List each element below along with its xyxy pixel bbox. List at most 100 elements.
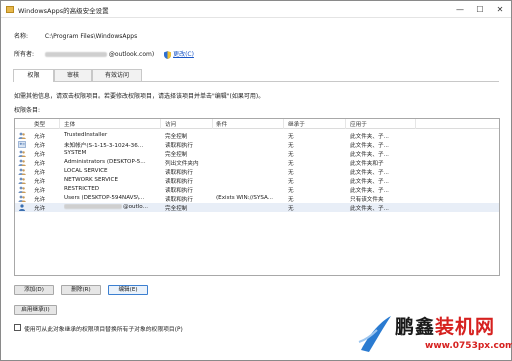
cell-condition: (Exists WIN://SYSA... <box>216 195 274 201</box>
cell-type: 允许 <box>34 179 46 185</box>
table-row[interactable]: 允许 RESTRICTED 读取和执行 无 此文件夹、子... <box>15 185 499 194</box>
tab-auditing[interactable]: 审核 <box>54 69 92 81</box>
window-title: WindowsApps的高级安全设置 <box>18 7 109 15</box>
cell-type: 允许 <box>34 170 46 176</box>
users-icon <box>18 159 26 166</box>
advanced-security-window: WindowsApps的高级安全设置 — ☐ ✕ 名称: C:\Program … <box>0 0 512 361</box>
cell-applies: 此文件夹、子... <box>350 134 389 140</box>
cell-inherited: 无 <box>288 206 294 212</box>
users-icon <box>18 195 26 202</box>
column-header-inherited[interactable]: 继承于 <box>288 120 305 128</box>
user-icon <box>19 204 25 211</box>
unknown-account-icon <box>18 141 26 148</box>
name-row: 名称: C:\Program Files\WindowsApps <box>14 31 137 40</box>
owner-value: @outlook.com) <box>108 51 155 58</box>
owner-redacted <box>44 52 107 57</box>
add-button[interactable]: 添加(D) <box>14 285 54 295</box>
cell-inherited: 无 <box>288 143 294 149</box>
column-divider <box>345 119 346 129</box>
column-divider <box>59 119 60 129</box>
folder-icon <box>6 6 14 13</box>
cell-principal: SYSTEM <box>64 150 87 156</box>
tab-permissions[interactable]: 权限 <box>13 69 54 82</box>
cell-access: 完全控制 <box>165 152 188 158</box>
watermark-url: www.0753px.com <box>425 341 512 351</box>
table-row[interactable]: 允许 未知帐户(S-1-15-3-1024-36... 读取和执行 无 此文件夹… <box>15 140 499 149</box>
users-icon <box>18 168 26 175</box>
title-bar[interactable]: WindowsApps的高级安全设置 — ☐ ✕ <box>1 1 511 18</box>
cell-principal: LOCAL SERVICE <box>64 168 108 174</box>
owner-row: 所有者: @outlook.com) 更改(C) <box>14 49 194 59</box>
cell-applies: 此文件夹、子... <box>350 170 389 176</box>
table-row[interactable]: 允许 LOCAL SERVICE 读取和执行 无 此文件夹、子... <box>15 167 499 176</box>
cell-principal: Users (DESKTOP-594NAVS\... <box>64 195 145 201</box>
replace-child-permissions-label: 使用可从此对象继承的权限项目替换所有子对象的权限项目(P) <box>24 327 183 333</box>
table-row[interactable]: 允许 SYSTEM 完全控制 无 此文件夹、子... <box>15 149 499 158</box>
users-icon <box>18 177 26 184</box>
column-divider <box>212 119 213 129</box>
users-icon <box>18 186 26 193</box>
cell-applies: 此文件夹、子... <box>350 206 389 212</box>
cell-access: 完全控制 <box>165 206 188 212</box>
cell-type: 允许 <box>34 206 46 212</box>
cell-principal: 未知帐户(S-1-15-3-1024-36... <box>64 143 144 149</box>
cell-access: 读取和执行 <box>165 143 193 149</box>
column-header-access[interactable]: 访问 <box>165 120 176 128</box>
cell-access: 列出文件夹内 <box>165 161 199 167</box>
column-header-type[interactable]: 类型 <box>34 120 45 128</box>
change-owner-link[interactable]: 更改(C) <box>173 51 194 58</box>
column-header-applies[interactable]: 应用于 <box>350 120 367 128</box>
owner-label: 所有者: <box>14 51 35 58</box>
table-row[interactable]: 允许 Administrators (DESKTOP-5... 列出文件夹内 无… <box>15 158 499 167</box>
close-button[interactable]: ✕ <box>490 1 510 18</box>
edit-button[interactable]: 编辑(E) <box>108 285 148 295</box>
table-row[interactable]: 允许 TrustedInstaller 完全控制 无 此文件夹、子... <box>15 131 499 140</box>
cell-applies: 此文件夹和子 <box>350 161 384 167</box>
cell-inherited: 无 <box>288 161 294 167</box>
table-row[interactable]: 允许 NETWORK SERVICE 读取和执行 无 此文件夹、子... <box>15 176 499 185</box>
cell-principal: Administrators (DESKTOP-5... <box>64 159 146 165</box>
enable-inheritance-button[interactable]: 启用继承(I) <box>14 305 57 315</box>
name-label: 名称: <box>14 33 29 40</box>
column-header-principal[interactable]: 主体 <box>64 120 75 128</box>
table-row[interactable]: 允许 @outlo... 完全控制 无 此文件夹、子... <box>15 203 499 212</box>
cell-type: 允许 <box>34 134 46 140</box>
cell-type: 允许 <box>34 188 46 194</box>
users-icon <box>18 150 26 157</box>
cell-inherited: 无 <box>288 170 294 176</box>
watermark-text: 鹏鑫装机网 <box>395 316 496 338</box>
cell-access: 读取和执行 <box>165 188 193 194</box>
cell-type: 允许 <box>34 143 46 149</box>
table-row[interactable]: 允许 Users (DESKTOP-594NAVS\... 读取和执行 (Exi… <box>15 194 499 203</box>
cell-access: 读取和执行 <box>165 197 193 203</box>
cell-applies: 此文件夹、子... <box>350 188 389 194</box>
cell-inherited: 无 <box>288 152 294 158</box>
column-divider <box>415 119 416 129</box>
watermark-logo-icon <box>358 316 391 352</box>
minimize-button[interactable]: — <box>450 1 470 18</box>
cell-access: 完全控制 <box>165 134 188 140</box>
remove-button[interactable]: 删除(R) <box>61 285 101 295</box>
column-divider <box>283 119 284 129</box>
tab-divider <box>13 81 499 82</box>
cell-principal: RESTRICTED <box>64 186 100 192</box>
cell-principal: TrustedInstaller <box>64 132 108 138</box>
maximize-button[interactable]: ☐ <box>470 1 490 18</box>
cell-applies: 此文件夹、子... <box>350 179 389 185</box>
cell-applies: 只有该文件夹 <box>350 197 384 203</box>
cell-type: 允许 <box>34 197 46 203</box>
principal-redacted <box>64 204 122 210</box>
permission-entries-table[interactable]: 类型 主体 访问 条件 继承于 应用于 允许 TrustedInstaller … <box>14 118 500 276</box>
tab-effective-access[interactable]: 有效访问 <box>92 69 142 81</box>
cell-access: 读取和执行 <box>165 170 193 176</box>
shield-icon <box>164 50 172 59</box>
cell-type: 允许 <box>34 161 46 167</box>
cell-type: 允许 <box>34 152 46 158</box>
column-divider <box>160 119 161 129</box>
cell-principal: @outlo... <box>123 204 148 210</box>
column-header-condition[interactable]: 条件 <box>216 120 227 128</box>
replace-child-permissions-checkbox[interactable] <box>14 324 21 331</box>
users-icon <box>18 132 26 139</box>
table-header: 类型 主体 访问 条件 继承于 应用于 <box>15 119 499 129</box>
permissions-hint: 如需其他信息，请双击权限项目。若要修改权限项目，请选择该项目并单击"编辑"(如果… <box>14 93 265 100</box>
